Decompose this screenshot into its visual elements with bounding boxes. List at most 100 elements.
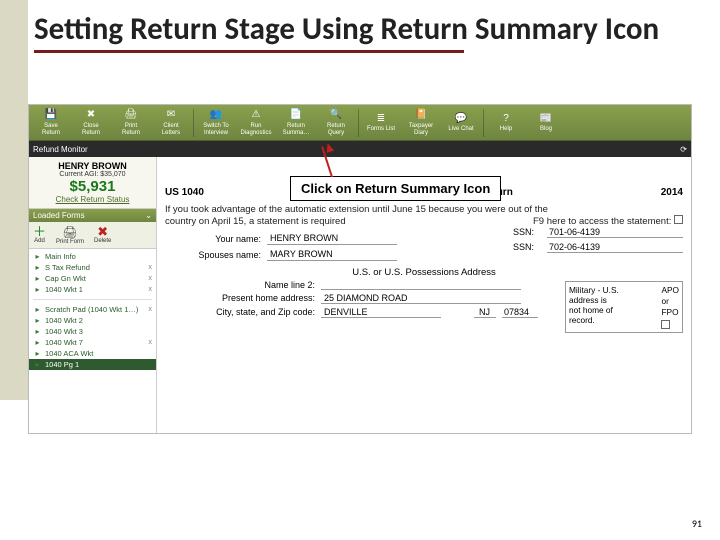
toolbar-separator (483, 109, 484, 137)
refund-monitor-label: Refund Monitor (33, 145, 88, 154)
toolbar-icon: 🔍 (328, 109, 344, 122)
form-icon: ▸ (33, 338, 42, 347)
form-list-separator (33, 299, 152, 300)
form-item[interactable]: ▸1040 Wkt 7x (29, 337, 156, 348)
delete-label: Delete (94, 238, 111, 244)
form-icon: ▸ (33, 252, 42, 261)
form-x-icon: x (149, 306, 153, 313)
ssn-label-2: SSN: (513, 242, 547, 253)
toolbar-save-return-button[interactable]: 💾Save Return (33, 107, 69, 139)
apo-label: APO (661, 285, 679, 295)
form-item-label: S Tax Refund (45, 263, 90, 272)
your-name-label: Your name: (165, 234, 267, 244)
form-item[interactable]: ▸Scratch Pad (1040 Wkt 1…)x (29, 304, 156, 315)
form-list-2: ▸Scratch Pad (1040 Wkt 1…)x▸1040 Wkt 2▸1… (29, 302, 156, 372)
form-item[interactable]: ▸S Tax Refund x (29, 262, 156, 273)
form-item-label: 1040 Wkt 1 (45, 285, 83, 294)
toolbar-return-summa-button[interactable]: 📄Return Summa… (278, 107, 314, 139)
toolbar-icon: 🖨 (123, 109, 139, 122)
add-form-button[interactable]: ＋Add (33, 225, 46, 245)
military-text: Military - U.S. address is not home of r… (569, 285, 657, 329)
note-line-2a: country on April 15, a statement is requ… (165, 216, 346, 227)
form-item[interactable]: ▸1040 Pg 1 (29, 359, 156, 370)
form-icon: ▸ (33, 263, 42, 272)
toolbar-icon: ✖ (83, 109, 99, 122)
form-x-icon: x (149, 286, 153, 293)
toolbar-icon: 📄 (288, 109, 304, 122)
spouse-name-field[interactable]: MARY BROWN (267, 249, 397, 261)
or-label: or (661, 296, 668, 306)
name-line2-label: Name line 2: (165, 280, 315, 290)
toolbar-help-button[interactable]: ?Help (488, 107, 524, 139)
home-address-field[interactable]: 25 DIAMOND ROAD (321, 293, 521, 304)
name-line2-field[interactable] (321, 280, 521, 290)
form-item[interactable]: ▸Main Info (29, 251, 156, 262)
form-item[interactable]: ▸Cap Gn Wktx (29, 273, 156, 284)
state-field[interactable]: NJ (474, 307, 496, 318)
toolbar-run-diagnostics-button[interactable]: ⚠Run Diagnostics (238, 107, 274, 139)
toolbar-label: Client Letters (162, 123, 180, 136)
slide-accent (0, 0, 28, 400)
form-icon: ▸ (33, 285, 42, 294)
form-item[interactable]: ▸1040 Wkt 1 x (29, 284, 156, 295)
toolbar-label: Close Return (82, 123, 100, 136)
print-form-button[interactable]: 🖨Print Form (56, 225, 84, 245)
form-item[interactable]: ▸1040 Wkt 3 (29, 326, 156, 337)
toolbar-icon: 📔 (413, 109, 429, 122)
toolbar-label: Save Return (42, 123, 60, 136)
form-item-label: 1040 Pg 1 (45, 360, 79, 369)
military-address-box: Military - U.S. address is not home of r… (565, 281, 683, 333)
toolbar-label: Live Chat (448, 126, 473, 132)
form-icon: ▸ (33, 305, 42, 314)
callout-box: Click on Return Summary Icon (290, 176, 501, 201)
toolbar-close-return-button[interactable]: ✖Close Return (73, 107, 109, 139)
add-label: Add (34, 238, 45, 244)
status-refresh-icon[interactable]: ⟳ (680, 145, 687, 154)
sidebar: HENRY BROWN Current AGI: $35,070 $5,931 … (29, 157, 157, 433)
your-name-field[interactable]: HENRY BROWN (267, 233, 397, 245)
toolbar-label: Print Return (122, 123, 140, 136)
check-return-status-link[interactable]: Check Return Status (33, 195, 152, 204)
title-underline (34, 50, 464, 53)
city-field[interactable]: DENVILLE (321, 307, 441, 318)
toolbar-switch-to-interview-button[interactable]: 👥Switch To Interview (198, 107, 234, 139)
toolbar-return-query-button[interactable]: 🔍Return Query (318, 107, 354, 139)
form-x-icon: x (149, 275, 153, 282)
toolbar-client-letters-button[interactable]: ✉Client Letters (153, 107, 189, 139)
toolbar-blog-button[interactable]: 📰Blog (528, 107, 564, 139)
toolbar-taxpayer-diary-button[interactable]: 📔Taxpayer Diary (403, 107, 439, 139)
toolbar-icon: 💬 (453, 112, 469, 125)
toolbar-forms-list-button[interactable]: ≣Forms List (363, 107, 399, 139)
toolbar-label: Forms List (367, 126, 395, 132)
plus-icon: ＋ (33, 225, 46, 238)
form-item-label: 1040 Wkt 2 (45, 316, 83, 325)
ssn-field-1[interactable]: 701-06-4139 (547, 227, 683, 238)
form-x-icon: x (149, 264, 153, 271)
toolbar-print-return-button[interactable]: 🖨Print Return (113, 107, 149, 139)
form-icon: ▸ (33, 349, 42, 358)
toolbar-live-chat-button[interactable]: 💬Live Chat (443, 107, 479, 139)
delete-icon: ✖ (97, 225, 108, 238)
loaded-forms-expand-icon[interactable]: ⌄ (145, 211, 152, 220)
loaded-forms-header: Loaded Forms ⌄ (29, 209, 156, 222)
toolbar-label: Return Summa… (283, 123, 310, 136)
toolbar-icon: ? (498, 112, 514, 125)
form-item[interactable]: ▸1040 Wkt 2 (29, 315, 156, 326)
ssn-field-2[interactable]: 702-06-4139 (547, 242, 683, 253)
form-actions: ＋Add 🖨Print Form ✖Delete (29, 222, 156, 249)
military-checkbox[interactable] (661, 320, 670, 329)
home-address-label: Present home address: (165, 293, 315, 304)
app-screenshot: 💾Save Return✖Close Return🖨Print Return✉C… (28, 104, 692, 434)
form-item-label: 1040 ACA Wkt (45, 349, 93, 358)
spouse-name-label: Spouses name: (165, 250, 267, 260)
toolbar-label: Taxpayer Diary (409, 123, 433, 136)
form-item[interactable]: ▸1040 ACA Wkt (29, 348, 156, 359)
current-agi: Current AGI: $35,070 (33, 171, 152, 178)
tax-year: 2014 (661, 187, 683, 198)
form-item-label: 1040 Wkt 3 (45, 327, 83, 336)
zip-field[interactable]: 07834 (502, 307, 538, 318)
delete-form-button[interactable]: ✖Delete (94, 225, 111, 245)
form-list: ▸Main Info▸S Tax Refundx▸Cap Gn Wktx▸104… (29, 249, 156, 297)
loaded-forms-label: Loaded Forms (33, 211, 85, 220)
form-icon: ▸ (33, 316, 42, 325)
